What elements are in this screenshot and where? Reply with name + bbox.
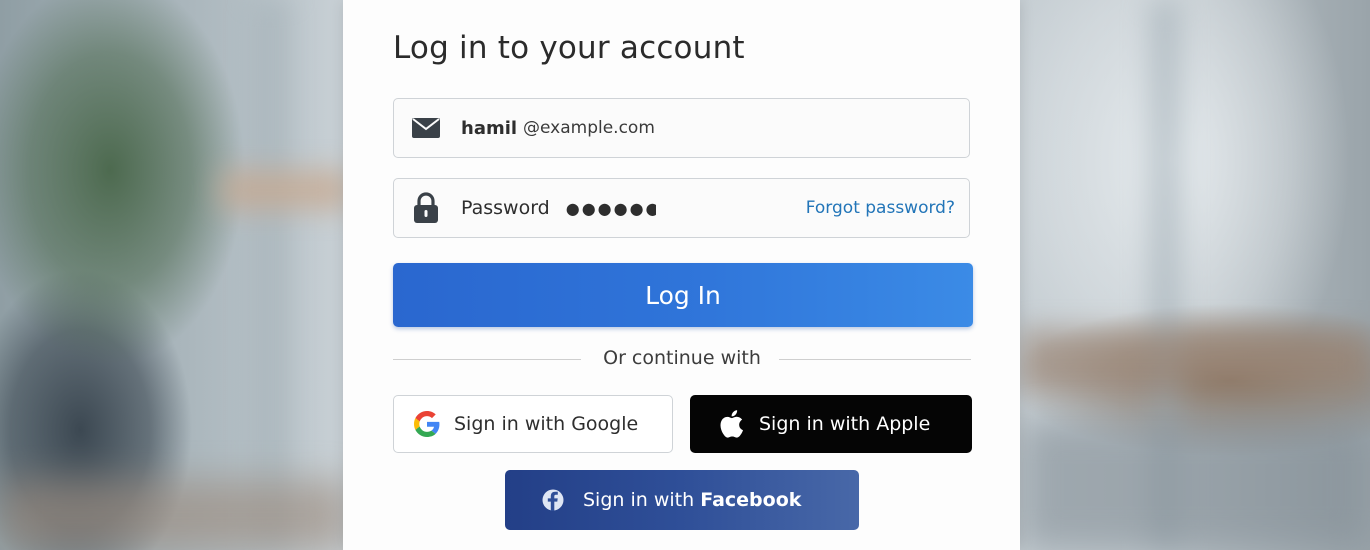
apple-icon (717, 409, 745, 439)
email-field[interactable]: @example.com (393, 98, 970, 158)
facebook-signin-prefix: Sign in with (583, 489, 701, 511)
facebook-icon (541, 487, 565, 513)
page-title: Log in to your account (393, 30, 745, 66)
divider: Or continue with (393, 346, 971, 374)
email-input[interactable] (461, 117, 521, 139)
divider-text: Or continue with (603, 347, 761, 369)
divider-line-left (393, 359, 581, 360)
login-card: Log in to your account @example.com Pass… (343, 0, 1020, 550)
google-signin-button[interactable]: Sign in with Google (393, 395, 673, 453)
password-field[interactable]: Password Forgot password? (393, 178, 970, 238)
google-icon (414, 411, 440, 437)
password-label: Password (461, 197, 550, 219)
apple-signin-label: Sign in with Apple (759, 413, 931, 435)
forgot-password-link[interactable]: Forgot password? (806, 198, 955, 218)
login-button[interactable]: Log In (393, 263, 973, 327)
email-domain: @example.com (523, 118, 655, 138)
envelope-icon (411, 113, 441, 143)
google-signin-label: Sign in with Google (454, 413, 639, 435)
divider-line-right (779, 359, 971, 360)
apple-signin-button[interactable]: Sign in with Apple (690, 395, 972, 453)
facebook-signin-button[interactable]: Sign in with Facebook (505, 470, 859, 530)
facebook-brand-text: Facebook (700, 489, 802, 511)
lock-icon (411, 192, 441, 223)
password-input[interactable] (565, 198, 656, 218)
facebook-signin-label: Sign in with Facebook (583, 489, 801, 511)
